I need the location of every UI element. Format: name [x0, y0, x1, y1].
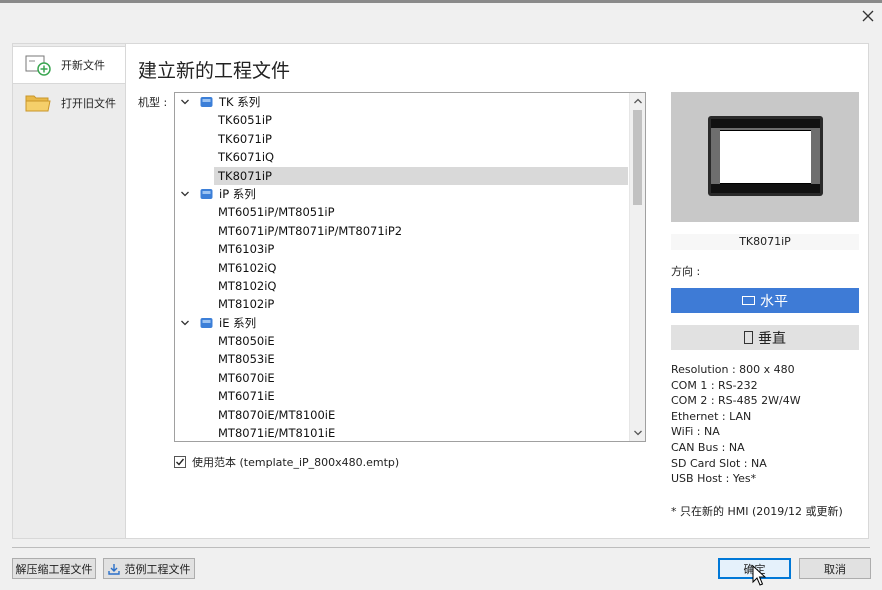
spec-line: SD Card Slot : NA: [671, 456, 767, 470]
horizontal-button[interactable]: 水平: [671, 288, 859, 313]
tree-group[interactable]: iE 系列: [175, 314, 628, 332]
usb-note: * 只在新的 HMI (2019/12 或更新): [671, 505, 843, 518]
use-template-checkbox[interactable]: 使用范本 (template_iP_800x480.emtp): [174, 454, 399, 470]
download-icon: [107, 563, 120, 575]
device-group-icon: [200, 97, 213, 107]
tree-item-label: TK6071iQ: [218, 150, 275, 165]
tree-item[interactable]: MT6070iE: [175, 369, 628, 387]
tree-item-label: MT6103iP: [218, 242, 275, 257]
tree-group-label: TK 系列: [219, 95, 261, 109]
window-top-border: [0, 0, 882, 3]
tree-item[interactable]: MT6103iP: [175, 240, 628, 258]
nav-label: 开新文件: [61, 59, 105, 72]
tree-item[interactable]: TK6051iP: [175, 111, 628, 129]
model-label: 机型 :: [138, 96, 168, 109]
device-group-icon: [200, 317, 213, 328]
tree-item-label: TK8071iP: [218, 168, 272, 183]
tree-item-label: MT6071iE: [218, 389, 275, 404]
tree-item-label: MT8050iE: [218, 334, 275, 349]
model-tree[interactable]: TK 系列 TK6051iP TK6071iP TK6071iQ TK8071iP iP …: [174, 92, 646, 442]
chevron-down-icon[interactable]: [179, 188, 191, 200]
unzip-label: 解压缩工程文件: [15, 562, 93, 576]
tree-item-label: MT6102iQ: [218, 260, 277, 275]
tree-item-label: TK6051iP: [218, 113, 272, 128]
horizontal-label: 水平: [760, 293, 788, 310]
tree-item[interactable]: MT6071iE: [175, 387, 628, 405]
tree-item[interactable]: MT8053iE: [175, 350, 628, 368]
tree-item[interactable]: MT8071iE/MT8101iE: [175, 424, 628, 441]
check-icon: [176, 458, 185, 466]
tree-group-label: iP 系列: [219, 186, 256, 201]
tree-group-label: iE 系列: [219, 315, 257, 330]
spec-line: WiFi : NA: [671, 425, 720, 439]
vertical-label: 垂直: [758, 330, 786, 347]
tree-item[interactable]: MT8070iE/MT8100iE: [175, 406, 628, 424]
tree-scrollbar[interactable]: [629, 93, 645, 441]
main-panel: 建立新的工程文件 机型 : TK 系列 TK6051iP TK6071iP TK607…: [125, 43, 869, 539]
tree-item[interactable]: MT6051iP/MT8051iP: [175, 203, 628, 221]
vertical-button[interactable]: 垂直: [671, 325, 859, 350]
tree-group[interactable]: iP 系列: [175, 185, 628, 203]
spec-line: COM 2 : RS-485 2W/4W: [671, 394, 801, 408]
spec-line: Resolution : 800 x 480: [671, 363, 795, 376]
spec-line: Ethernet : LAN: [671, 409, 752, 423]
nav-label: 打开旧文件: [61, 97, 116, 110]
device-group-icon: [200, 188, 213, 199]
portrait-icon: [744, 331, 753, 344]
unzip-project-button[interactable]: 解压缩工程文件: [12, 558, 96, 579]
device-preview: [671, 92, 859, 222]
tree-item-label: TK6071iP: [218, 131, 272, 146]
cancel-button[interactable]: 取消: [799, 558, 871, 579]
page-title: 建立新的工程文件: [138, 60, 291, 82]
samples-label: 范例工程文件: [124, 562, 191, 576]
hmi-device-image: [708, 116, 823, 196]
tree-item-selected[interactable]: TK8071iP: [214, 166, 628, 185]
model-specs: Resolution : 800 x 480 COM 1 : RS-232 COM …: [671, 362, 801, 487]
model-tree-rows: TK 系列 TK6051iP TK6071iP TK6071iQ TK8071iP iP …: [175, 93, 628, 441]
checkbox[interactable]: [174, 456, 186, 468]
tree-item[interactable]: TK6071iQ: [175, 148, 628, 166]
tree-item-label: MT8070iE/MT8100iE: [218, 407, 336, 422]
sample-projects-button[interactable]: 范例工程文件: [103, 558, 195, 579]
scroll-up-icon[interactable]: [630, 93, 646, 109]
left-nav: 开新文件 打开旧文件: [12, 43, 126, 539]
ok-button[interactable]: 确定: [718, 558, 791, 579]
tree-item-label: MT8102iQ: [218, 278, 277, 293]
cancel-label: 取消: [824, 562, 846, 576]
scroll-thumb[interactable]: [633, 110, 642, 205]
tree-item-label: MT6071iP/MT8071iP/MT8071iP2: [218, 223, 403, 238]
folder-icon: [25, 95, 51, 112]
tree-item-label: MT6051iP/MT8051iP: [218, 205, 335, 220]
scroll-down-icon[interactable]: [630, 425, 646, 441]
tree-item[interactable]: MT8102iQ: [175, 277, 628, 295]
selected-model-name: TK8071iP: [671, 234, 859, 250]
use-template-label: 使用范本 (template_iP_800x480.emtp): [192, 456, 400, 469]
new-file-icon: [25, 55, 51, 76]
tree-item[interactable]: MT6071iP/MT8071iP/MT8071iP2: [175, 222, 628, 240]
landscape-icon: [742, 296, 755, 305]
tree-item[interactable]: MT8102iP: [175, 295, 628, 313]
close-icon[interactable]: [860, 8, 876, 24]
tree-item-label: MT6070iE: [218, 370, 275, 385]
footer-separator: [12, 547, 870, 548]
nav-item-open-file[interactable]: 打开旧文件: [13, 84, 126, 122]
nav-item-new-file[interactable]: 开新文件: [13, 46, 126, 84]
chevron-down-icon[interactable]: [179, 96, 191, 108]
spec-line: CAN Bus : NA: [671, 440, 745, 454]
ok-label: 确定: [743, 562, 766, 576]
tree-group[interactable]: TK 系列: [175, 93, 628, 111]
tree-item[interactable]: TK6071iP: [175, 130, 628, 148]
tree-item-label: MT8102iP: [218, 297, 275, 312]
orientation-label: 方向 :: [671, 265, 701, 278]
spec-line: USB Host : Yes*: [671, 472, 757, 486]
spec-line: COM 1 : RS-232: [671, 378, 758, 392]
tree-item[interactable]: MT8050iE: [175, 332, 628, 350]
tree-item-label: MT8053iE: [218, 352, 275, 367]
tree-item-label: MT8071iE/MT8101iE: [218, 426, 336, 441]
tree-item[interactable]: MT6102iQ: [175, 259, 628, 277]
chevron-down-icon[interactable]: [179, 317, 191, 329]
